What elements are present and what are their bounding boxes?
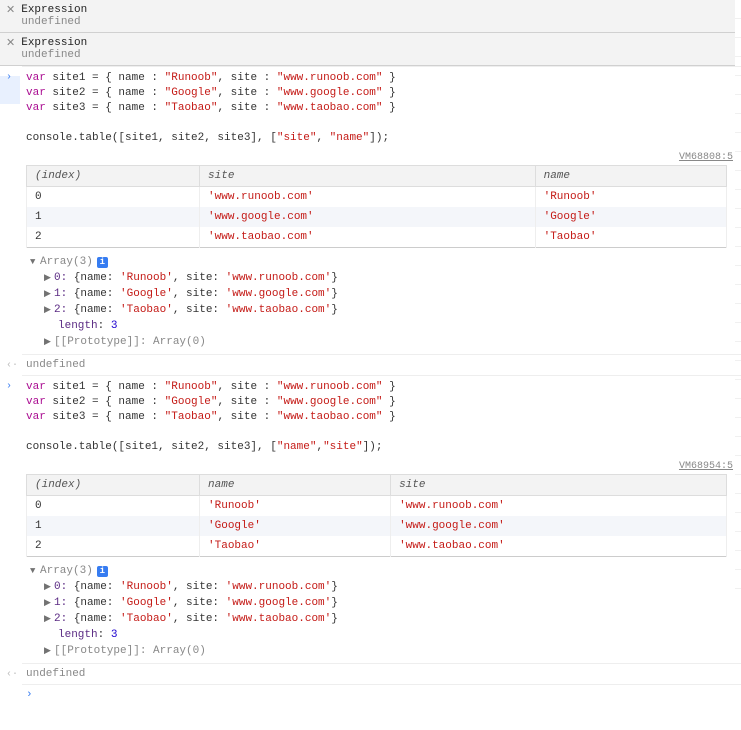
watch-expression-value: undefined [21,49,87,61]
length-value: 3 [111,629,118,641]
watch-expression-label: Expression [21,4,87,16]
length-key: length [58,629,98,641]
disclosure-right-icon[interactable]: ▶ [44,643,54,659]
code-line: var site3 = { name : "Taobao", site : "w… [26,410,741,425]
array-item[interactable]: ▶0: {name: 'Runoob', site: 'www.runoob.c… [44,579,741,595]
disclosure-right-icon[interactable]: ▶ [44,334,54,350]
table-row: 0'www.runoob.com''Runoob' [27,187,727,208]
array-label: Array(3) [40,565,93,577]
table-row: 2'Taobao''www.taobao.com' [27,536,727,557]
watch-expression-row[interactable]: ✕ Expression undefined [0,0,741,33]
disclosure-right-icon[interactable]: ▶ [44,579,54,595]
undefined-result: undefined [26,359,85,371]
array-item[interactable]: ▶0: {name: 'Runoob', site: 'www.runoob.c… [44,270,741,286]
disclosure-down-icon[interactable]: ▼ [30,563,40,579]
prototype-label: [[Prototype]]: Array(0) [54,645,206,657]
info-icon[interactable]: i [97,257,108,268]
vm-source-link[interactable]: VM68954:5 [26,461,741,472]
table-header: name [535,166,726,187]
watch-expression-row[interactable]: ✕ Expression undefined [0,33,741,66]
console-output-row: ‹· undefined [22,354,741,375]
table-header: site [200,166,536,187]
disclosure-right-icon[interactable]: ▶ [44,611,54,627]
table-row: 0'Runoob''www.runoob.com' [27,496,727,517]
array-item[interactable]: ▶1: {name: 'Google', site: 'www.google.c… [44,286,741,302]
disclosure-right-icon[interactable]: ▶ [44,302,54,318]
console-prompt[interactable]: › [22,684,741,705]
object-tree[interactable]: ▼Array(3) i ▶0: {name: 'Runoob', site: 'w… [26,254,741,350]
watch-expression-value: undefined [21,16,87,28]
code-line: console.table([site1, site2, site3], ["n… [26,440,741,455]
code-line: console.table([site1, site2, site3], ["s… [26,131,741,146]
table-row: 1'www.google.com''Google' [27,207,727,227]
array-item[interactable]: ▶1: {name: 'Google', site: 'www.google.c… [44,595,741,611]
array-item[interactable]: ▶2: {name: 'Taobao', site: 'www.taobao.c… [44,611,741,627]
console-table: (index) site name 0'www.runoob.com''Runo… [26,165,727,248]
object-tree[interactable]: ▼Array(3) i ▶0: {name: 'Runoob', site: 'w… [26,563,741,659]
info-icon[interactable]: i [97,566,108,577]
close-icon[interactable]: ✕ [6,37,15,51]
disclosure-right-icon[interactable]: ▶ [44,270,54,286]
code-line [26,425,741,440]
input-marker-icon: › [6,381,12,392]
console-output-row: ‹· undefined [22,663,741,684]
code-line [26,116,741,131]
undefined-result: undefined [26,668,85,680]
output-marker-icon: ‹· [6,669,18,680]
console-input-block[interactable]: › var site1 = { name : "Runoob", site : … [22,66,741,354]
disclosure-right-icon[interactable]: ▶ [44,286,54,302]
code-line: var site2 = { name : "Google", site : "w… [26,395,741,410]
disclosure-down-icon[interactable]: ▼ [30,254,40,270]
console-table: (index) name site 0'Runoob''www.runoob.c… [26,474,727,557]
table-header: (index) [27,475,200,496]
code-line: var site1 = { name : "Runoob", site : "w… [26,71,741,86]
watch-expression-label: Expression [21,37,87,49]
array-item[interactable]: ▶2: {name: 'Taobao', site: 'www.taobao.c… [44,302,741,318]
input-marker-icon: › [6,72,12,83]
code-line: var site3 = { name : "Taobao", site : "w… [26,101,741,116]
table-header: (index) [27,166,200,187]
table-header: name [200,475,391,496]
table-row: 1'Google''www.google.com' [27,516,727,536]
close-icon[interactable]: ✕ [6,4,15,18]
code-line: var site2 = { name : "Google", site : "w… [26,86,741,101]
prototype-label: [[Prototype]]: Array(0) [54,336,206,348]
code-line: var site1 = { name : "Runoob", site : "w… [26,380,741,395]
length-key: length [58,320,98,332]
array-label: Array(3) [40,256,93,268]
vm-source-link[interactable]: VM68808:5 [26,152,741,163]
console-input-block[interactable]: › var site1 = { name : "Runoob", site : … [22,375,741,663]
table-row: 2'www.taobao.com''Taobao' [27,227,727,248]
length-value: 3 [111,320,118,332]
table-header: site [391,475,727,496]
disclosure-right-icon[interactable]: ▶ [44,595,54,611]
output-marker-icon: ‹· [6,360,18,371]
